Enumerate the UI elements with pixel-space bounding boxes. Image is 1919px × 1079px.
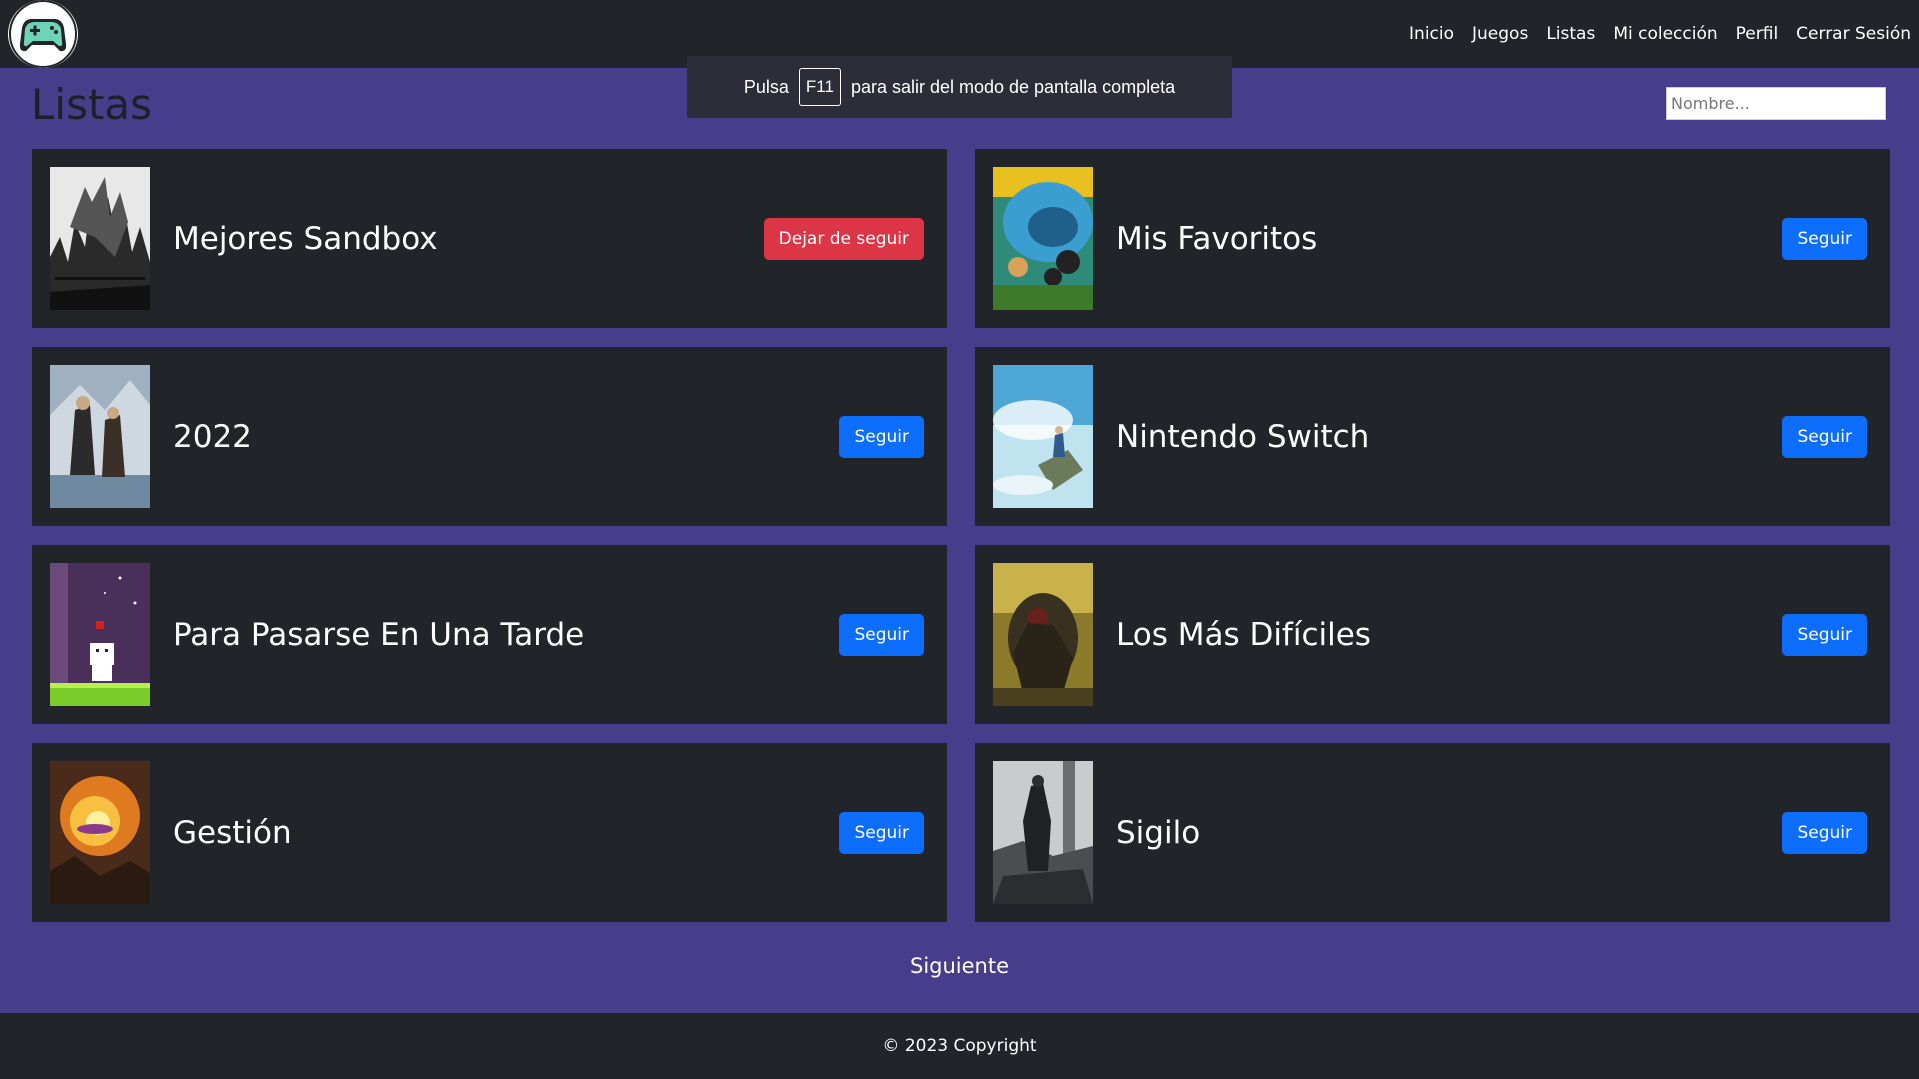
list-cover-image bbox=[50, 761, 150, 904]
f11-key-badge: F11 bbox=[798, 68, 841, 106]
list-title: Nintendo Switch bbox=[1116, 418, 1370, 455]
follow-button[interactable]: Seguir bbox=[839, 811, 924, 854]
fullscreen-notice: Pulsa F11 para salir del modo de pantall… bbox=[687, 56, 1232, 118]
list-card[interactable]: Los Más Difíciles Seguir bbox=[975, 545, 1890, 724]
list-cover-image bbox=[993, 365, 1093, 508]
list-title: 2022 bbox=[173, 418, 252, 455]
follow-button[interactable]: Seguir bbox=[1782, 217, 1867, 260]
list-card[interactable]: Nintendo Switch Seguir bbox=[975, 347, 1890, 526]
list-card[interactable]: Sigilo Seguir bbox=[975, 743, 1890, 922]
list-card[interactable]: Mejores Sandbox Dejar de seguir bbox=[32, 149, 947, 328]
nav-link-perfil[interactable]: Perfil bbox=[1736, 24, 1779, 44]
lists-grid: Mejores Sandbox Dejar de seguir Mis Favo… bbox=[32, 149, 1890, 922]
list-card[interactable]: Para Pasarse En Una Tarde Seguir bbox=[32, 545, 947, 724]
nav-link-inicio[interactable]: Inicio bbox=[1409, 24, 1454, 44]
follow-button[interactable]: Seguir bbox=[839, 613, 924, 656]
next-page-link[interactable]: Siguiente bbox=[0, 954, 1919, 978]
list-title: Para Pasarse En Una Tarde bbox=[173, 616, 585, 653]
nav-link-juegos[interactable]: Juegos bbox=[1472, 24, 1528, 44]
list-cover-image bbox=[993, 563, 1093, 706]
fullscreen-notice-suffix: para salir del modo de pantalla completa bbox=[850, 76, 1176, 97]
list-title: Mis Favoritos bbox=[1116, 220, 1318, 257]
fullscreen-notice-prefix: Pulsa bbox=[743, 76, 789, 97]
gamepad-logo-icon[interactable] bbox=[8, 0, 78, 68]
footer: © 2023 Copyright bbox=[0, 1013, 1919, 1079]
list-title: Los Más Difíciles bbox=[1116, 616, 1371, 653]
follow-button[interactable]: Seguir bbox=[1782, 613, 1867, 656]
page-title: Listas bbox=[31, 80, 153, 129]
nav-links: Inicio Juegos Listas Mi colección Perfil… bbox=[1409, 0, 1911, 68]
unfollow-button[interactable]: Dejar de seguir bbox=[763, 217, 924, 260]
nav-link-listas[interactable]: Listas bbox=[1546, 24, 1595, 44]
list-title: Mejores Sandbox bbox=[173, 220, 438, 257]
follow-button[interactable]: Seguir bbox=[1782, 415, 1867, 458]
list-card[interactable]: Mis Favoritos Seguir bbox=[975, 149, 1890, 328]
list-cover-image bbox=[50, 365, 150, 508]
list-cover-image bbox=[993, 761, 1093, 904]
footer-copyright: © 2023 Copyright bbox=[882, 1036, 1037, 1056]
list-title: Gestión bbox=[173, 814, 292, 851]
list-cover-image bbox=[50, 167, 150, 310]
search-input[interactable] bbox=[1666, 87, 1886, 120]
follow-button[interactable]: Seguir bbox=[1782, 811, 1867, 854]
list-card[interactable]: 2022 Seguir bbox=[32, 347, 947, 526]
list-title: Sigilo bbox=[1116, 814, 1201, 851]
list-card[interactable]: Gestión Seguir bbox=[32, 743, 947, 922]
follow-button[interactable]: Seguir bbox=[839, 415, 924, 458]
list-cover-image bbox=[993, 167, 1093, 310]
nav-link-mi-coleccion[interactable]: Mi colección bbox=[1613, 24, 1717, 44]
nav-link-cerrar-sesion[interactable]: Cerrar Sesión bbox=[1796, 24, 1911, 44]
list-cover-image bbox=[50, 563, 150, 706]
